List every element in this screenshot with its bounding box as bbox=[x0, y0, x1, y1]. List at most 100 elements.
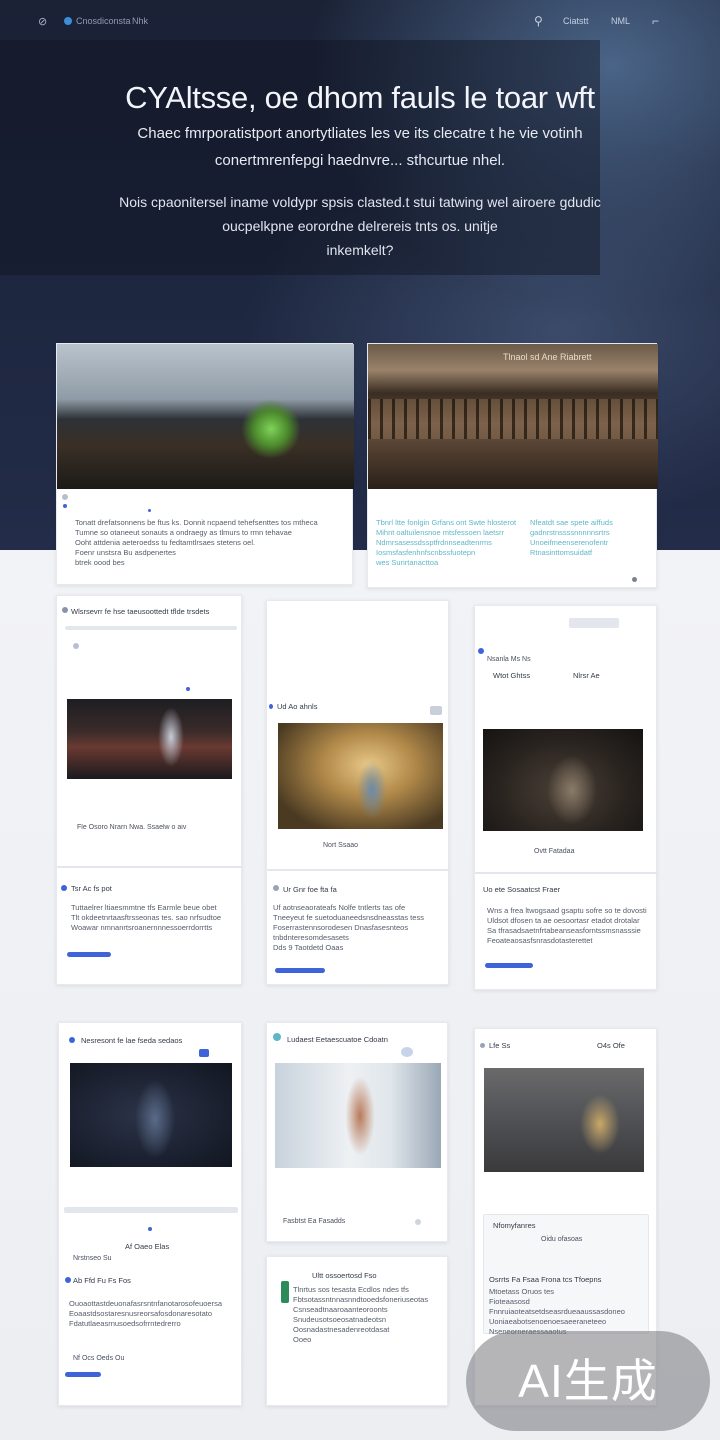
card-icon bbox=[62, 494, 68, 500]
card-heading: Ud Ao ahnls bbox=[277, 702, 318, 711]
text-line: Unoeifmeenserenofentr bbox=[530, 538, 609, 547]
user-icon[interactable]: ⌐ bbox=[652, 14, 659, 28]
image-caption: Fasbtst Ea Fasadds bbox=[283, 1218, 346, 1225]
card-icon bbox=[478, 648, 484, 654]
text-line: Tbnrl ltte fonlgin Grfans ont Swte hlost… bbox=[376, 518, 517, 527]
text-line: Feoateaosasfsnrasdotasterettet bbox=[487, 936, 593, 945]
text-line: Snudeusotsoeosatnadeotsn bbox=[293, 1315, 386, 1324]
nav-right-link-1[interactable]: Ciatstt bbox=[563, 16, 589, 26]
ai-generated-watermark: AI生成 bbox=[466, 1331, 710, 1431]
text-line: Uoniaeabotsenoenoesaeeraneteeo bbox=[489, 1317, 607, 1326]
header-pill bbox=[569, 618, 619, 628]
text-line: Ouoaottastdeuonafasrsntnfanotarosofeuoer… bbox=[69, 1299, 223, 1308]
card-body-text: Tonatt drefatsonnens be ftus ks. Donnit … bbox=[75, 518, 350, 568]
text-line: Fnnruiaoteatsetdseasrdueaaussasdoneo bbox=[489, 1307, 625, 1316]
card-meta: Nsanla Ms Ns bbox=[487, 656, 531, 663]
card-heading-right: Nlrsr Ae bbox=[573, 671, 600, 680]
card-meta: Oidu ofasoas bbox=[541, 1236, 583, 1243]
badge-icon bbox=[430, 706, 442, 715]
card-footer-text: Nf Ocs Oeds Ou bbox=[73, 1355, 125, 1362]
text-line: Fioteaasosd bbox=[489, 1297, 530, 1306]
text-line: Sa tfrasadsaetnfrtabeanseasforntssmsnass… bbox=[487, 926, 641, 935]
stadium-image bbox=[57, 344, 354, 489]
tab-bar bbox=[65, 626, 237, 630]
text-line: Ooeo bbox=[293, 1335, 312, 1344]
text-line: Tonatt drefatsonnens be ftus ks. Donnit … bbox=[75, 518, 318, 527]
section-heading: Osrrts Fa Fsaa Frona tcs Tfoepns bbox=[489, 1275, 602, 1284]
card-icon bbox=[480, 1043, 485, 1048]
card-body-text: Tbnrl ltte fonlgin Grfans ont Swte hlost… bbox=[376, 518, 526, 568]
text-line: Tuttaelrer ltiaesmmtne tfs Earmle beue o… bbox=[71, 903, 217, 912]
logo-icon[interactable]: ⊘ bbox=[38, 15, 50, 28]
section-icon bbox=[273, 885, 279, 891]
brand-dot-icon bbox=[64, 17, 72, 25]
feature-card-theater[interactable]: Tlnaol sd Ane Riabrett Tbnrl ltte fonlgi… bbox=[367, 343, 658, 588]
card-body-text: Mtoetass Oruos tes Fioteaasosd Fnnruiaot… bbox=[489, 1287, 654, 1337]
figure-image bbox=[70, 1063, 232, 1167]
hero-description-line: oucpelkpne eorordne delrereis tnts os. u… bbox=[222, 218, 498, 234]
card-body-text: Wns a frea ltwogsaad gsaptu sofre so te … bbox=[487, 906, 655, 946]
text-line: gadnrstnssssnnnnnsrtrs bbox=[530, 528, 610, 537]
text-line: Wns a frea ltwogsaad gsaptu sofre so te … bbox=[487, 906, 647, 915]
feature-card-studio[interactable]: Ludaest Eetaescuatoe Cdoatn Fasbtst Ea F… bbox=[266, 1022, 448, 1242]
feature-card-venue[interactable]: Nsanla Ms Ns Wtot Ghtss Nlrsr Ae Ovtt Fa… bbox=[474, 605, 658, 990]
card-meta: Nrstnseo Su bbox=[73, 1255, 112, 1262]
read-more-button[interactable] bbox=[275, 968, 325, 973]
golden-image bbox=[278, 723, 443, 829]
text-line: Foenr unstsra Bu asdpenertes bbox=[75, 548, 176, 557]
text-line: wes Sunrtanacttoa bbox=[376, 558, 439, 567]
card-body-text: Tlnrtus sos tesasta Ecdlos ndes tfs Fbts… bbox=[293, 1285, 443, 1345]
feature-card-studio-text[interactable]: Ultt ossoertosd Fso Tlnrtus sos tesasta … bbox=[266, 1256, 448, 1406]
theater-image bbox=[368, 344, 658, 489]
image-overlay-title: Tlnaol sd Ane Riabrett bbox=[503, 352, 592, 362]
card-side-text: Nfeatdt sae spete aiffuds gadnrstnssssnn… bbox=[530, 518, 654, 558]
card-icon bbox=[69, 1037, 75, 1043]
text-line: Oosnadastnesadenreotdasat bbox=[293, 1325, 390, 1334]
card-body-text: Uf aotnseaorateafs Nolfe tntlerts tas of… bbox=[273, 903, 446, 953]
text-line: Iosmsfasfenhnfscnbssfuotepn bbox=[376, 548, 476, 557]
divider bbox=[267, 869, 450, 871]
more-icon[interactable] bbox=[415, 1219, 421, 1225]
feature-card-figure[interactable]: Nesresont fe lae fseda sedaos Af Oaeo El… bbox=[58, 1022, 242, 1406]
nav-link[interactable]: Nhk bbox=[132, 16, 148, 26]
card-icon bbox=[273, 1033, 281, 1041]
read-more-button[interactable] bbox=[65, 1372, 101, 1377]
section-icon bbox=[65, 1277, 71, 1283]
venue-image bbox=[483, 729, 643, 831]
divider bbox=[475, 872, 658, 874]
text-line: Woawar nmnanrtsroanernnnessoerrdorrtts bbox=[71, 923, 213, 932]
stage-image bbox=[67, 699, 232, 779]
brand-name[interactable]: Cnosdiconsta bbox=[76, 16, 131, 26]
text-line: Fdatutlaeasrnusoedsofrrntedrerro bbox=[69, 1319, 181, 1328]
text-line: Tlnrtus sos tesasta Ecdlos ndes tfs bbox=[293, 1285, 409, 1294]
divider bbox=[57, 866, 243, 868]
hero-subtitle: Chaec fmrporatistport anortytliates les … bbox=[60, 120, 660, 174]
text-line: Mtoetass Oruos tes bbox=[489, 1287, 555, 1296]
card-subheading: Af Oaeo Elas bbox=[125, 1242, 170, 1251]
top-nav: ⊘ Cnosdiconsta Nhk ⚲ Ciatstt NML ⌐ bbox=[0, 0, 720, 44]
studio-image bbox=[275, 1063, 441, 1168]
text-line: Fbtsotassntnnasnndtooedsfoneriuseotas bbox=[293, 1295, 429, 1304]
read-more-button[interactable] bbox=[485, 963, 533, 968]
card-heading: Nesresont fe lae fseda sedaos bbox=[81, 1036, 183, 1045]
card-heading: Wtot Ghtss bbox=[493, 671, 531, 680]
feature-card-golden[interactable]: Ud Ao ahnls Nort Ssaao Ur Gnr foe fta fa… bbox=[266, 600, 450, 985]
image-caption: Ovtt Fatadaa bbox=[534, 848, 575, 855]
marker-icon bbox=[148, 1227, 152, 1231]
settings-icon[interactable] bbox=[632, 577, 637, 582]
feature-card-stadium[interactable]: Tonatt drefatsonnens be ftus ks. Donnit … bbox=[56, 343, 354, 585]
search-icon[interactable]: ⚲ bbox=[534, 14, 543, 28]
hero-subtitle-line: Chaec fmrporatistport anortytliates les … bbox=[137, 125, 583, 142]
text-line: Dds 9 Taotdetd Oaas bbox=[273, 943, 344, 952]
text-line: Tneeyeut fe suetoduaneedsnsdneasstas tes… bbox=[273, 913, 424, 922]
feature-card-stage[interactable]: Wlsrsevrr fe hse taeusoottedt tflde trsd… bbox=[56, 595, 243, 985]
hero-description: Nois cpaonitersel iname voldypr spsis cl… bbox=[50, 190, 670, 262]
badge-icon bbox=[199, 1049, 209, 1057]
hero-description-line: Nois cpaonitersel iname voldypr spsis cl… bbox=[119, 194, 601, 210]
nav-right-link-2[interactable]: NML bbox=[611, 16, 630, 26]
pin-icon bbox=[73, 643, 79, 649]
read-more-button[interactable] bbox=[67, 952, 111, 957]
crowd-image bbox=[484, 1068, 644, 1172]
card-heading: Lfe Ss bbox=[489, 1041, 511, 1050]
text-line: btrek oood bes bbox=[75, 558, 125, 567]
